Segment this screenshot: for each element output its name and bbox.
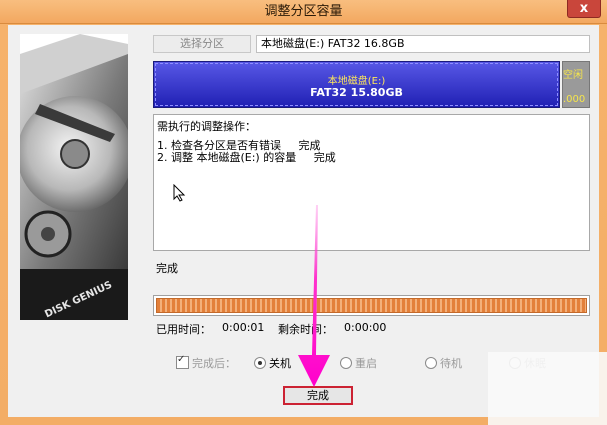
operations-list	[153, 114, 590, 251]
close-button[interactable]: x	[567, 0, 601, 18]
mouse-cursor-icon	[173, 184, 186, 202]
progress-bar	[153, 295, 590, 316]
radio-selected-icon[interactable]	[254, 357, 266, 369]
partition-bar-size: FAT32 15.80GB	[310, 86, 403, 99]
radio-standby[interactable]: 待机	[425, 355, 462, 370]
window-title: 调整分区容量	[264, 4, 343, 19]
used-time-label: 已用时间：	[156, 323, 211, 336]
blurred-overlay	[488, 352, 607, 425]
radio-label: 待机	[440, 357, 462, 370]
free-space-label: 空闲	[563, 70, 583, 81]
selected-partition-field: 本地磁盘(E:) FAT32 16.8GB	[256, 35, 590, 53]
operation-item: 2. 调整 本地磁盘(E:) 的容量 完成	[157, 151, 336, 164]
status-text: 完成	[156, 262, 178, 275]
disk-genius-illustration: DISK GENIUS	[20, 34, 128, 320]
free-space-size: .000	[563, 94, 586, 105]
operations-title: 需执行的调整操作：	[157, 120, 256, 133]
progress-fill	[156, 298, 587, 313]
after-finish-checkbox[interactable]: 完成后：	[176, 354, 236, 370]
checkbox-icon[interactable]	[176, 354, 189, 369]
radio-label: 重启	[355, 357, 377, 370]
used-time-value: 0:00:01	[222, 321, 265, 334]
pink-arrow-annotation-icon	[298, 205, 330, 387]
partition-bar-name: 本地磁盘(E:)	[327, 76, 386, 87]
radio-icon[interactable]	[425, 357, 437, 369]
radio-label: 关机	[269, 357, 291, 370]
hard-disk-icon: DISK GENIUS	[20, 34, 128, 320]
radio-icon[interactable]	[340, 357, 352, 369]
radio-shutdown[interactable]: 关机	[254, 355, 291, 370]
radio-restart[interactable]: 重启	[340, 355, 377, 370]
after-finish-label: 完成后：	[192, 357, 236, 370]
remaining-time-value: 0:00:00	[344, 321, 387, 334]
select-partition-button[interactable]: 选择分区	[153, 35, 251, 53]
